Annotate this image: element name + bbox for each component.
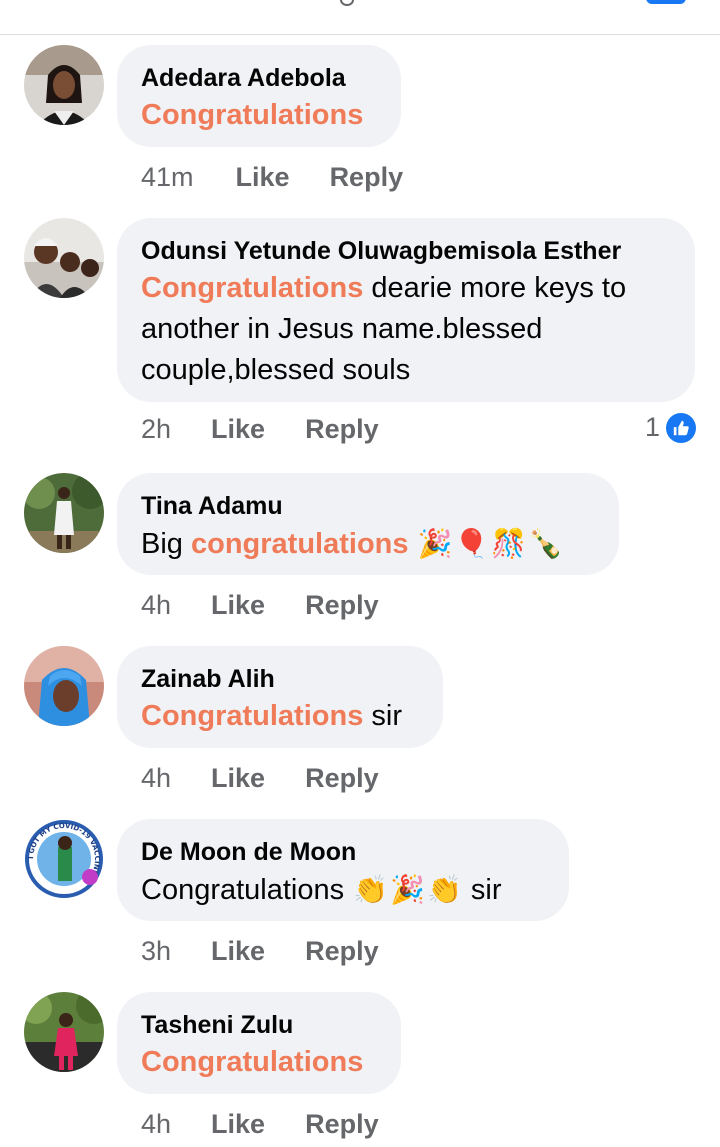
top-divider [0, 0, 720, 35]
confetti-ball-icon: 🎊 [491, 528, 527, 559]
like-button[interactable]: Like [211, 414, 265, 445]
reply-button[interactable]: Reply [305, 414, 379, 445]
avatar[interactable] [24, 646, 104, 726]
comment-bubble: Adedara Adebola Congratulations [117, 45, 401, 147]
balloon-icon: 🎈 [454, 528, 490, 559]
partial-like-icon [646, 0, 686, 4]
avatar[interactable]: I GOT MY COVID-19 VACCINE [24, 819, 104, 899]
champagne-icon: 🍾 [528, 528, 563, 559]
comment-text: Congratulations dearie more keys to [141, 268, 671, 309]
comment-author[interactable]: Zainab Alih [141, 662, 419, 696]
comment-text-segment: sir [363, 700, 403, 732]
comment-text: Congratulations 👏🎉👏 sir [141, 869, 545, 911]
comment-author[interactable]: Adedara Adebola [141, 61, 377, 95]
comment-text-line: couple,blessed souls [141, 354, 411, 386]
like-button[interactable]: Like [236, 162, 290, 193]
comment-text: Big congratulations 🎉🎈🎊🍾 [141, 523, 595, 565]
clapping-hands-icon: 👏 [353, 874, 389, 905]
like-button[interactable]: Like [211, 1109, 265, 1140]
comment-time[interactable]: 3h [141, 936, 171, 967]
congratulations-link[interactable]: Congratulations [141, 99, 363, 131]
comment-text: Congratulations [141, 1042, 377, 1083]
thumbs-up-icon [666, 412, 696, 443]
comment-bubble: De Moon de Moon Congratulations 👏🎉👏 sir [117, 819, 569, 921]
comment-actions: 4h Like Reply [141, 763, 379, 794]
comment-author[interactable]: Tina Adamu [141, 489, 595, 523]
reply-button[interactable]: Reply [305, 763, 379, 794]
clapping-hands-icon: 👏 [426, 874, 462, 905]
avatar[interactable] [24, 992, 104, 1072]
congratulations-link[interactable]: Congratulations [141, 700, 363, 732]
comment-text-segment: Big [141, 528, 191, 560]
comment-time[interactable]: 4h [141, 763, 171, 794]
comment-author[interactable]: Tasheni Zulu [141, 1008, 377, 1042]
avatar[interactable] [24, 45, 104, 125]
comment-bubble: Tina Adamu Big congratulations 🎉🎈🎊🍾 [117, 473, 619, 575]
reply-button[interactable]: Reply [305, 1109, 379, 1140]
reply-button[interactable]: Reply [305, 936, 379, 967]
comment-text-segment: sir [462, 874, 502, 906]
comment-text: Congratulations sir [141, 696, 419, 737]
comment-text-segment: Congratulations [141, 874, 353, 906]
like-button[interactable]: Like [211, 936, 265, 967]
reaction-summary[interactable]: 1 [645, 412, 696, 443]
avatar[interactable] [24, 473, 104, 553]
like-button[interactable]: Like [211, 590, 265, 621]
party-popper-icon: 🎉 [390, 874, 425, 905]
congratulations-link[interactable]: Congratulations [141, 1046, 363, 1078]
comment-bubble: Zainab Alih Congratulations sir [117, 646, 443, 748]
congratulations-link[interactable]: congratulations [191, 528, 409, 560]
comment-bubble: Tasheni Zulu Congratulations [117, 992, 401, 1094]
reply-button[interactable]: Reply [330, 162, 404, 193]
comment-actions: 4h Like Reply [141, 1109, 379, 1140]
reply-button[interactable]: Reply [305, 590, 379, 621]
comment-author[interactable]: De Moon de Moon [141, 835, 545, 869]
comment-actions: 41m Like Reply [141, 162, 403, 193]
congratulations-link[interactable]: Congratulations [141, 272, 363, 304]
comment-text-line: another in Jesus name.blessed [141, 313, 543, 345]
comment-time[interactable]: 4h [141, 590, 171, 621]
like-button[interactable]: Like [211, 763, 265, 794]
comment-actions: 2h Like Reply [141, 414, 379, 445]
comment-time[interactable]: 41m [141, 162, 194, 193]
comment-author[interactable]: Odunsi Yetunde Oluwagbemisola Esther [141, 234, 671, 268]
comment-actions: 4h Like Reply [141, 590, 379, 621]
comment-text: Congratulations [141, 95, 377, 136]
comment-time[interactable]: 2h [141, 414, 171, 445]
comment-time[interactable]: 4h [141, 1109, 171, 1140]
party-popper-icon: 🎉 [417, 528, 453, 559]
reaction-count: 1 [644, 412, 660, 442]
comment-actions: 3h Like Reply [141, 936, 379, 967]
partial-icon [340, 0, 354, 6]
comment-text-segment: dearie more keys to [363, 272, 627, 304]
comment-bubble: Odunsi Yetunde Oluwagbemisola Esther Con… [117, 218, 695, 402]
avatar[interactable] [24, 218, 104, 298]
